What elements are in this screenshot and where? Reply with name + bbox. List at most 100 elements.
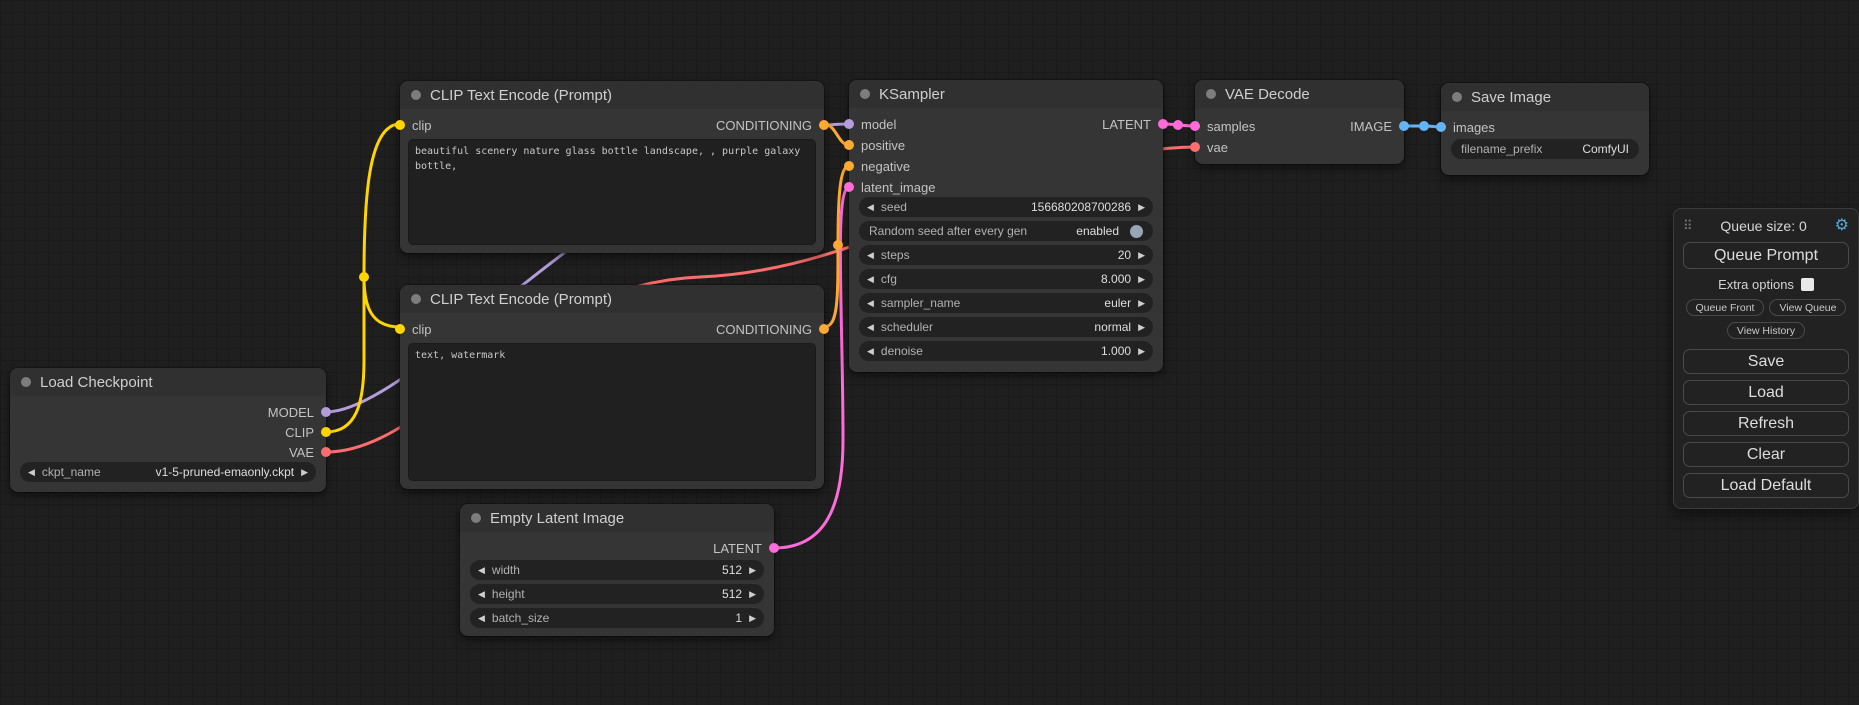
view-history-button[interactable]: View History [1727, 322, 1805, 339]
conditioning-slot-dot[interactable] [844, 140, 854, 150]
latent-slot-dot[interactable] [1158, 119, 1168, 129]
widget-cfg[interactable]: ◀ cfg 8.000 ▶ [859, 269, 1153, 289]
node-load-checkpoint[interactable]: Load Checkpoint MODEL CLIP VAE ◀ ckpt_na… [10, 368, 326, 492]
latent-slot-dot[interactable] [1190, 121, 1200, 131]
collapse-dot-icon[interactable] [21, 377, 31, 387]
input-slot-samples[interactable]: samples [1207, 116, 1255, 136]
output-slot-vae[interactable]: VAE [289, 442, 314, 462]
node-ksampler[interactable]: KSampler model positive negative latent_… [849, 80, 1163, 372]
node-header[interactable]: Empty Latent Image [460, 504, 774, 532]
node-header[interactable]: Load Checkpoint [10, 368, 326, 396]
widget-sampler-name[interactable]: ◀ sampler_name euler ▶ [859, 293, 1153, 313]
collapse-dot-icon[interactable] [1206, 89, 1216, 99]
drag-handle-icon[interactable]: ⠿ [1683, 218, 1693, 234]
load-default-button[interactable]: Load Default [1683, 473, 1849, 498]
node-vae-decode[interactable]: VAE Decode samples vae IMAGE [1195, 80, 1404, 164]
widget-decrement-arrow[interactable]: ◀ [478, 590, 485, 599]
conditioning-slot-dot[interactable] [819, 324, 829, 334]
output-slot-clip[interactable]: CLIP [285, 422, 314, 442]
widget-filename-prefix[interactable]: filename_prefix ComfyUI [1451, 139, 1639, 159]
output-slot-latent[interactable]: LATENT [713, 538, 762, 558]
widget-random-seed-toggle[interactable]: Random seed after every gen enabled [859, 221, 1153, 241]
latent-slot-dot[interactable] [769, 543, 779, 553]
widget-steps[interactable]: ◀ steps 20 ▶ [859, 245, 1153, 265]
node-save-image[interactable]: Save Image images filename_prefix ComfyU… [1441, 83, 1649, 175]
input-slot-clip[interactable]: clip [412, 319, 432, 339]
node-clip-text-encode-positive[interactable]: CLIP Text Encode (Prompt) clip CONDITION… [400, 81, 824, 253]
queue-prompt-button[interactable]: Queue Prompt [1683, 242, 1849, 269]
latent-slot-dot[interactable] [844, 182, 854, 192]
widget-decrement-arrow[interactable]: ◀ [867, 275, 874, 284]
widget-scheduler[interactable]: ◀ scheduler normal ▶ [859, 317, 1153, 337]
node-header[interactable]: CLIP Text Encode (Prompt) [400, 285, 824, 313]
conditioning-slot-dot[interactable] [844, 161, 854, 171]
widget-increment-arrow[interactable]: ▶ [1138, 323, 1145, 332]
widget-ckpt-name[interactable]: ◀ ckpt_name v1-5-pruned-emaonly.ckpt ▶ [20, 462, 316, 482]
widget-increment-arrow[interactable]: ▶ [1138, 299, 1145, 308]
node-empty-latent-image[interactable]: Empty Latent Image LATENT ◀ width 512 ▶ … [460, 504, 774, 636]
widget-increment-arrow[interactable]: ▶ [749, 614, 756, 623]
positive-prompt-textarea[interactable]: beautiful scenery nature glass bottle la… [408, 139, 816, 245]
vae-slot-dot[interactable] [321, 447, 331, 457]
reroute-dot-clip[interactable] [359, 272, 369, 282]
output-slot-conditioning[interactable]: CONDITIONING [716, 319, 812, 339]
collapse-dot-icon[interactable] [471, 513, 481, 523]
widget-increment-arrow[interactable]: ▶ [1138, 347, 1145, 356]
output-slot-image[interactable]: IMAGE [1350, 116, 1392, 136]
reroute-dot-conditioning[interactable] [833, 240, 843, 250]
widget-decrement-arrow[interactable]: ◀ [867, 323, 874, 332]
widget-width[interactable]: ◀ width 512 ▶ [470, 560, 764, 580]
input-slot-negative[interactable]: negative [861, 156, 910, 176]
widget-increment-arrow[interactable]: ▶ [749, 566, 756, 575]
queue-front-button[interactable]: Queue Front [1686, 299, 1765, 316]
node-header[interactable]: CLIP Text Encode (Prompt) [400, 81, 824, 109]
conditioning-slot-dot[interactable] [819, 120, 829, 130]
widget-increment-arrow[interactable]: ▶ [1138, 275, 1145, 284]
view-queue-button[interactable]: View Queue [1769, 299, 1846, 316]
widget-increment-arrow[interactable]: ▶ [1138, 251, 1145, 260]
model-slot-dot[interactable] [321, 407, 331, 417]
clip-slot-dot[interactable] [395, 324, 405, 334]
output-slot-model[interactable]: MODEL [268, 402, 314, 422]
input-slot-vae[interactable]: vae [1207, 137, 1228, 157]
output-slot-conditioning[interactable]: CONDITIONING [716, 115, 812, 135]
settings-gear-icon[interactable]: ⚙ [1835, 218, 1849, 234]
widget-denoise[interactable]: ◀ denoise 1.000 ▶ [859, 341, 1153, 361]
refresh-button[interactable]: Refresh [1683, 411, 1849, 436]
widget-decrement-arrow[interactable]: ◀ [867, 299, 874, 308]
input-slot-model[interactable]: model [861, 114, 896, 134]
node-header[interactable]: Save Image [1441, 83, 1649, 111]
widget-decrement-arrow[interactable]: ◀ [28, 468, 35, 477]
reroute-dot-image[interactable] [1419, 121, 1429, 131]
load-button[interactable]: Load [1683, 380, 1849, 405]
save-button[interactable]: Save [1683, 349, 1849, 374]
clip-slot-dot[interactable] [321, 427, 331, 437]
collapse-dot-icon[interactable] [411, 294, 421, 304]
negative-prompt-textarea[interactable]: text, watermark [408, 343, 816, 481]
input-slot-clip[interactable]: clip [412, 115, 432, 135]
node-header[interactable]: VAE Decode [1195, 80, 1404, 108]
widget-increment-arrow[interactable]: ▶ [749, 590, 756, 599]
image-slot-dot[interactable] [1436, 122, 1446, 132]
widget-increment-arrow[interactable]: ▶ [301, 468, 308, 477]
widget-decrement-arrow[interactable]: ◀ [478, 566, 485, 575]
widget-decrement-arrow[interactable]: ◀ [867, 347, 874, 356]
widget-increment-arrow[interactable]: ▶ [1138, 203, 1145, 212]
node-header[interactable]: KSampler [849, 80, 1163, 108]
widget-decrement-arrow[interactable]: ◀ [867, 251, 874, 260]
image-slot-dot[interactable] [1399, 121, 1409, 131]
reroute-dot-latent[interactable] [1173, 120, 1183, 130]
clear-button[interactable]: Clear [1683, 442, 1849, 467]
collapse-dot-icon[interactable] [1452, 92, 1462, 102]
widget-height[interactable]: ◀ height 512 ▶ [470, 584, 764, 604]
model-slot-dot[interactable] [844, 119, 854, 129]
widget-seed[interactable]: ◀ seed 156680208700286 ▶ [859, 197, 1153, 217]
collapse-dot-icon[interactable] [860, 89, 870, 99]
input-slot-latent-image[interactable]: latent_image [861, 177, 935, 197]
extra-options-checkbox[interactable] [1801, 278, 1814, 291]
queue-panel[interactable]: ⠿ Queue size: 0 ⚙ Queue Prompt Extra opt… [1673, 208, 1859, 509]
widget-batch-size[interactable]: ◀ batch_size 1 ▶ [470, 608, 764, 628]
output-slot-latent[interactable]: LATENT [1102, 114, 1151, 134]
input-slot-positive[interactable]: positive [861, 135, 905, 155]
toggle-knob[interactable] [1130, 225, 1143, 238]
